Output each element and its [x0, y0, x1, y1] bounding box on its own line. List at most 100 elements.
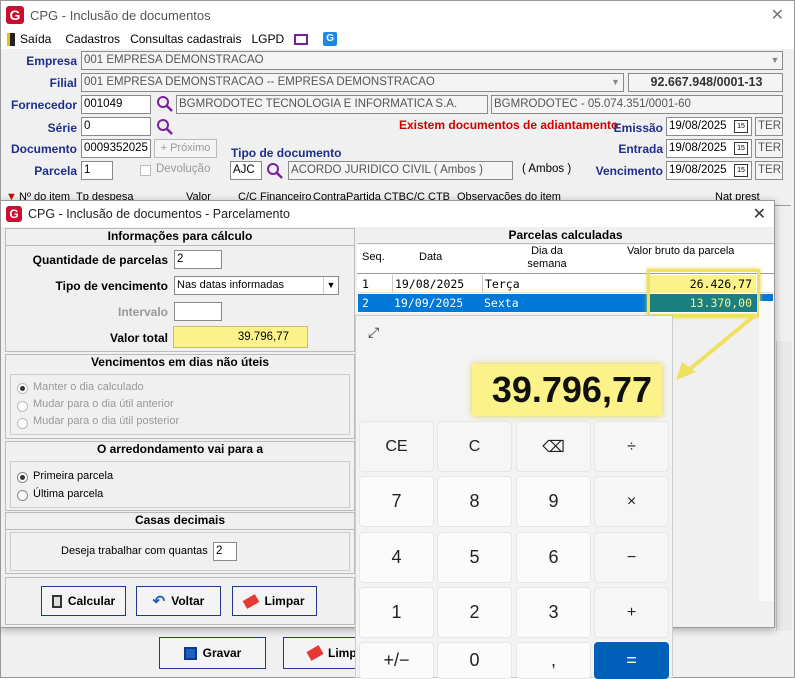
venc-opt-radio-2[interactable] [17, 401, 28, 412]
venc-section: Vencimentos em dias não úteis Manter o d… [5, 354, 355, 439]
documento-input[interactable]: 0009352025 [81, 139, 151, 158]
key-multiply[interactable]: × [594, 476, 669, 527]
voltar-label: Voltar [171, 594, 205, 608]
venc-options-box: Manter o dia calculado Mudar para o dia … [10, 374, 350, 435]
key-1[interactable]: 1 [359, 587, 434, 638]
key-ce[interactable]: CE [359, 421, 434, 472]
chevron-down-icon[interactable]: ▼ [768, 52, 782, 69]
main-titlebar: G CPG - Inclusão de documentos ✕ [1, 1, 794, 29]
venc-opt-label-1: Manter o dia calculado [33, 381, 144, 393]
serie-input[interactable]: 0 [81, 117, 151, 136]
key-6[interactable]: 6 [516, 532, 591, 583]
backspace-icon[interactable]: ⌫ [516, 421, 591, 472]
venc-opt-radio-3[interactable] [17, 418, 28, 429]
chevron-down-icon[interactable]: ▼ [323, 277, 338, 294]
col-valor-parcela[interactable]: Valor bruto da parcela [627, 245, 734, 257]
expand-icon[interactable]: ⤢ [368, 324, 379, 341]
close-icon[interactable]: ✕ [753, 204, 766, 224]
qtd-parcelas-label: Quantidade de parcelas [32, 253, 168, 267]
plus-icon: + [160, 142, 171, 154]
parcela-input[interactable]: 1 [81, 161, 113, 180]
col-dia[interactable]: Dia da semana [517, 245, 577, 271]
key-0[interactable]: 0 [437, 642, 512, 679]
menu-cadastros[interactable]: Cadastros [65, 32, 120, 46]
calendar-icon[interactable]: 15 [734, 164, 748, 177]
voltar-button[interactable]: ↶ Voltar [136, 586, 221, 616]
serie-label: Série [47, 121, 77, 135]
close-icon[interactable]: ✕ [771, 5, 784, 25]
venc-opt-radio-1[interactable] [17, 383, 28, 394]
key-5[interactable]: 5 [437, 532, 512, 583]
save-icon [183, 646, 197, 660]
menu-lgpd[interactable]: LGPD [251, 32, 284, 46]
search-icon[interactable] [266, 162, 284, 180]
dialog-limpar-button[interactable]: Limpar [232, 586, 317, 616]
exit-icon[interactable] [7, 32, 15, 46]
key-minus[interactable]: − [594, 532, 669, 583]
app-g-icon[interactable]: G [323, 32, 338, 46]
venc-opt-label-3: Mudar para o dia útil posterior [33, 415, 180, 427]
valor-total-label: Valor total [109, 331, 168, 345]
app-logo-icon: G [6, 206, 22, 222]
col-data[interactable]: Data [419, 251, 442, 263]
fornecedor-name-field: BGMRODOTEC TECNOLOGIA E INFORMATICA S.A. [176, 95, 488, 114]
qtd-parcelas-input[interactable]: 2 [174, 250, 222, 269]
proximo-button[interactable]: + Próximo [154, 139, 217, 158]
key-2[interactable]: 2 [437, 587, 512, 638]
tipo-doc-code-input[interactable]: AJC [230, 161, 262, 180]
calendar-icon[interactable]: 15 [734, 120, 748, 133]
valor-total-input[interactable]: 39.796,77 [173, 326, 308, 348]
row-data: 19/08/2025 [392, 275, 464, 293]
intervalo-input[interactable] [174, 302, 222, 321]
row-data: 19/09/2025 [394, 296, 464, 310]
fornecedor-code-input[interactable]: 001049 [81, 95, 151, 114]
empresa-label: Empresa [26, 54, 77, 68]
casas-input[interactable]: 2 [213, 542, 237, 561]
proximo-label: Próximo [170, 142, 211, 154]
col-seq[interactable]: Seq. [362, 251, 385, 263]
casas-section: Casas decimais Deseja trabalhar com quan… [5, 512, 355, 574]
tipo-doc-name-field: ACORDO JURIDICO CIVIL ( Ambos ) [288, 161, 513, 180]
scrollbar[interactable] [759, 301, 774, 601]
calcular-button[interactable]: Calcular [41, 586, 126, 616]
menu-consultas[interactable]: Consultas cadastrais [130, 32, 241, 46]
key-equals[interactable]: = [594, 642, 669, 679]
filial-label: Filial [49, 76, 77, 90]
key-negate[interactable]: +/− [359, 642, 434, 679]
key-plus[interactable]: + [594, 587, 669, 638]
arred-opt-radio-2[interactable] [17, 490, 28, 501]
annotation-arrow-icon [676, 314, 756, 380]
key-3[interactable]: 3 [516, 587, 591, 638]
arred-opt-radio-1[interactable] [17, 472, 28, 483]
dialog-limpar-label: Limpar [264, 594, 305, 608]
chevron-down-icon[interactable]: ▼ [608, 74, 623, 91]
key-c[interactable]: C [437, 421, 512, 472]
entrada-label: Entrada [618, 142, 663, 156]
tipo-venc-select[interactable]: Nas datas informadas [174, 276, 339, 295]
arred-opt-label-1: Primeira parcela [33, 470, 114, 482]
arred-options-box: Primeira parcela Última parcela [10, 461, 350, 508]
gravar-button[interactable]: Gravar [159, 637, 266, 669]
key-divide[interactable]: ÷ [594, 421, 669, 472]
search-icon[interactable] [156, 95, 174, 113]
arred-opt-label-2: Última parcela [33, 488, 104, 500]
calendar-icon[interactable]: 15 [734, 142, 748, 155]
documento-label: Documento [11, 142, 77, 156]
search-icon[interactable] [156, 118, 174, 136]
casas-box: Deseja trabalhar com quantas 2 [10, 532, 350, 571]
devolucao-checkbox[interactable] [140, 165, 151, 176]
venc-opt-label-2: Mudar para o dia útil anterior [33, 398, 174, 410]
key-7[interactable]: 7 [359, 476, 434, 527]
empresa-select[interactable]: 001 EMPRESA DEMONSTRACAO [81, 51, 783, 70]
key-8[interactable]: 8 [437, 476, 512, 527]
monitor-icon[interactable] [294, 33, 309, 45]
menu-saida[interactable]: Saída [20, 32, 51, 46]
filial-select[interactable]: 001 EMPRESA DEMONSTRACAO -- EMPRESA DEMO… [81, 73, 624, 92]
key-4[interactable]: 4 [359, 532, 434, 583]
arred-section-head: O arredondamento vai para a [96, 442, 264, 456]
key-9[interactable]: 9 [516, 476, 591, 527]
key-comma[interactable]: , [516, 642, 591, 679]
row-seq: 1 [362, 277, 369, 291]
fornecedor-label: Fornecedor [10, 98, 77, 112]
undo-icon: ↶ [152, 593, 166, 610]
